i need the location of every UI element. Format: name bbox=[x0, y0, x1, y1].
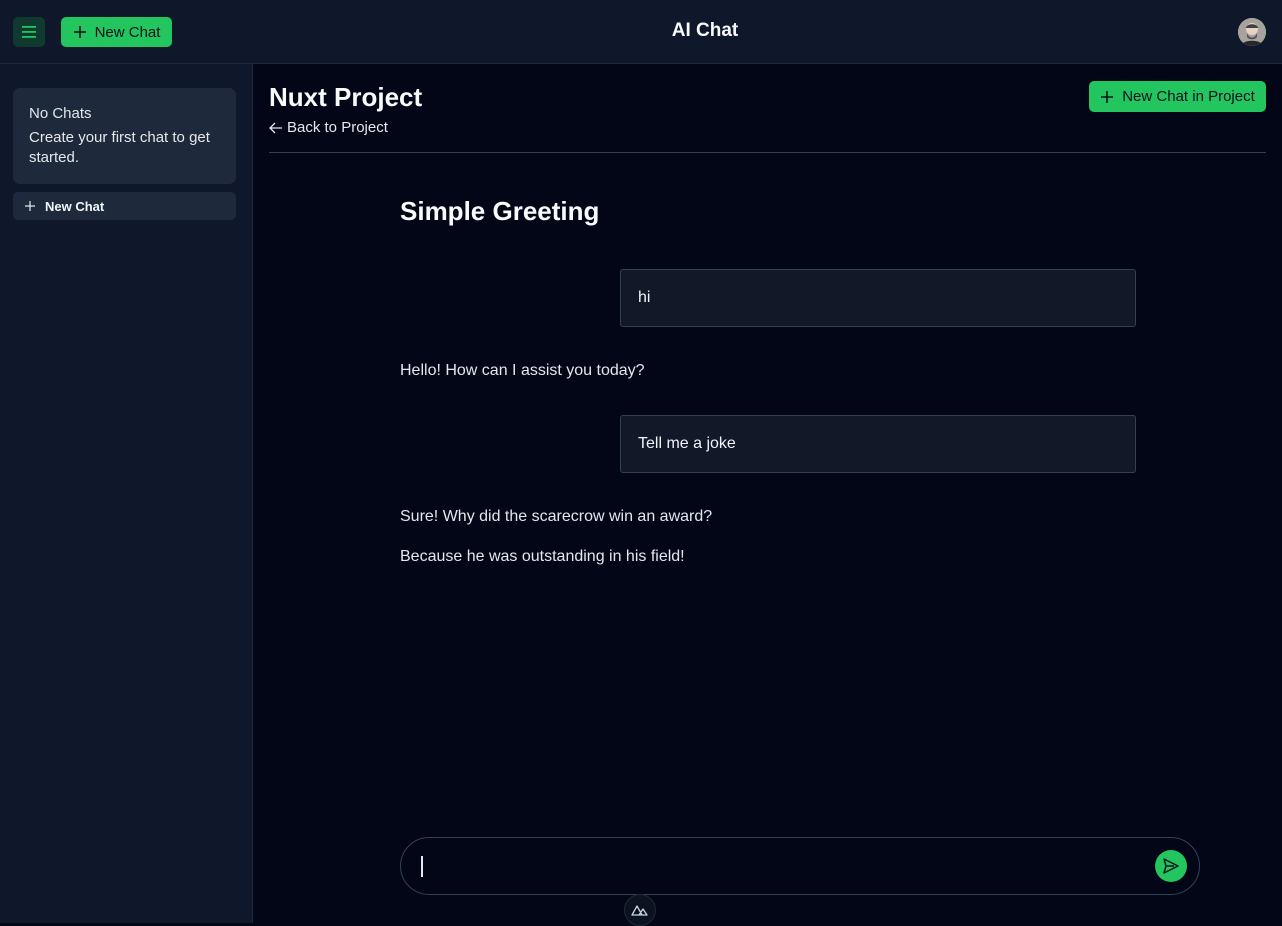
send-button[interactable] bbox=[1155, 850, 1187, 882]
empty-title: No Chats bbox=[29, 105, 92, 122]
new-chat-in-project-label: New Chat in Project bbox=[1122, 88, 1255, 105]
plus-icon bbox=[1101, 90, 1114, 103]
chat-title: Simple Greeting bbox=[400, 196, 600, 226]
nuxt-devtools-button[interactable] bbox=[624, 894, 656, 926]
top-bar: New Chat AI Chat bbox=[0, 0, 1282, 64]
assistant-message: Sure! Why did the scarecrow win an award… bbox=[400, 507, 712, 587]
message-text: Because he was outstanding in his field! bbox=[400, 548, 685, 565]
sidebar: No Chats Create your first chat to get s… bbox=[0, 64, 253, 923]
send-icon bbox=[1163, 858, 1179, 874]
arrow-left-icon bbox=[269, 122, 282, 133]
main-panel: Nuxt Project Back to Project New Chat in… bbox=[253, 64, 1282, 926]
sidebar-new-chat-label: New Chat bbox=[45, 198, 105, 214]
back-to-project-link[interactable]: Back to Project bbox=[269, 119, 388, 136]
app-title: AI Chat bbox=[671, 20, 739, 41]
nuxt-logo-icon bbox=[631, 905, 648, 916]
project-title: Nuxt Project bbox=[269, 82, 423, 112]
empty-message: Create your first chat to get started. bbox=[29, 129, 210, 166]
empty-chats-card: No Chats Create your first chat to get s… bbox=[13, 88, 236, 184]
avatar[interactable] bbox=[1238, 18, 1266, 46]
message-text: hi bbox=[638, 289, 651, 306]
user-avatar-icon bbox=[1238, 18, 1266, 46]
assistant-message: Hello! How can I assist you today? bbox=[400, 361, 645, 401]
back-label: Back to Project bbox=[287, 119, 388, 136]
message-text: Tell me a joke bbox=[638, 435, 736, 452]
new-chat-in-project-button[interactable]: New Chat in Project bbox=[1089, 81, 1266, 112]
divider bbox=[269, 152, 1266, 153]
user-message: hi bbox=[620, 269, 1136, 327]
sidebar-new-chat-button[interactable]: New Chat bbox=[13, 192, 236, 220]
message-text: Hello! How can I assist you today? bbox=[400, 362, 645, 379]
plus-icon bbox=[25, 201, 35, 211]
message-composer[interactable] bbox=[400, 837, 1200, 895]
text-cursor bbox=[421, 856, 423, 877]
message-text: Sure! Why did the scarecrow win an award… bbox=[400, 508, 713, 525]
user-message: Tell me a joke bbox=[620, 415, 1136, 473]
